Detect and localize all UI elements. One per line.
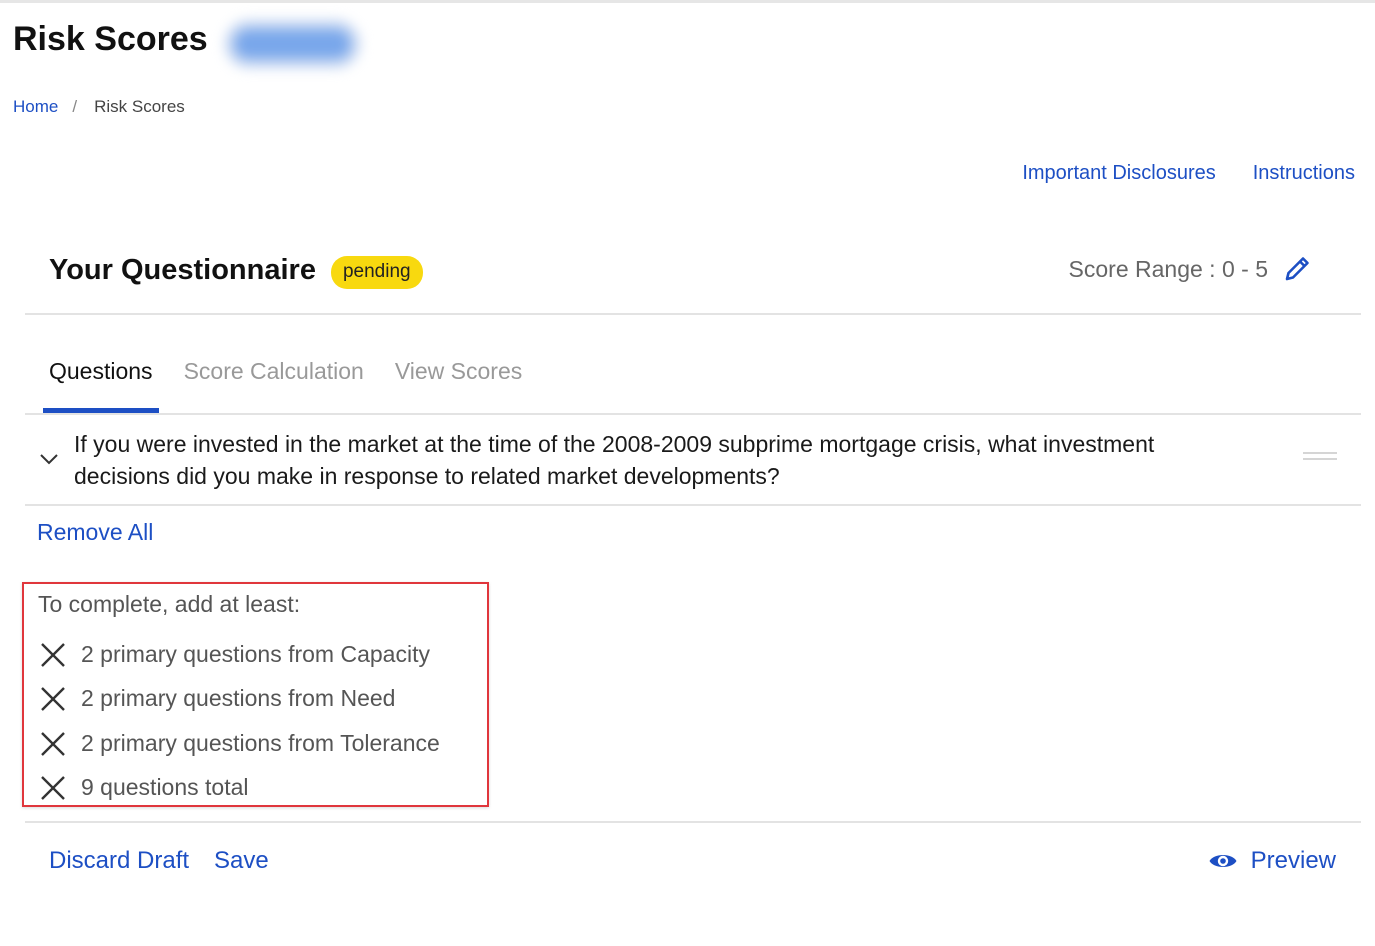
tab-view-scores[interactable]: View Scores (389, 358, 528, 414)
breadcrumb-separator: / (72, 97, 78, 116)
footer-divider (25, 821, 1361, 823)
question-row: If you were invested in the market at th… (25, 418, 1361, 504)
requirement-item: 9 questions total (40, 774, 249, 801)
tab-questions[interactable]: Questions (43, 358, 159, 414)
requirement-item: 2 primary questions from Tolerance (40, 730, 440, 757)
tab-score-calculation[interactable]: Score Calculation (178, 358, 370, 414)
requirement-text: 2 primary questions from Tolerance (81, 730, 440, 756)
question-text: If you were invested in the market at th… (74, 431, 1155, 489)
save-button[interactable]: Save (214, 847, 269, 875)
page: Risk Scores Home / Risk Scores Important… (0, 0, 1375, 946)
remove-all-button[interactable]: Remove All (37, 519, 153, 546)
important-disclosures-link[interactable]: Important Disclosures (1022, 162, 1215, 185)
footer-actions: Discard Draft Save (49, 847, 269, 875)
instructions-link[interactable]: Instructions (1253, 162, 1355, 185)
requirements-title: To complete, add at least: (38, 591, 301, 617)
requirement-item: 2 primary questions from Need (40, 685, 395, 712)
top-links: Important Disclosures Instructions (1022, 162, 1355, 185)
questionnaire-title: Your Questionnaire (49, 254, 316, 286)
collapse-toggle[interactable] (38, 451, 60, 467)
page-title: Risk Scores (13, 20, 208, 58)
score-range: Score Range : 0 - 5 (1068, 256, 1268, 282)
question-divider (25, 504, 1361, 506)
redacted-account-pill (225, 20, 360, 68)
x-icon (41, 731, 65, 756)
requirement-text: 9 questions total (81, 774, 249, 800)
requirement-text: 2 primary questions from Capacity (81, 641, 430, 667)
x-icon (41, 775, 65, 800)
breadcrumb: Home / Risk Scores (13, 97, 185, 117)
eye-icon (1209, 855, 1237, 867)
discard-draft-button[interactable]: Discard Draft (49, 847, 189, 875)
pencil-icon (1285, 257, 1309, 281)
tabs-divider (25, 413, 1361, 415)
edit-score-range-button[interactable] (1281, 253, 1313, 285)
preview-label: Preview (1250, 847, 1336, 874)
tab-bar: Questions Score Calculation View Scores (43, 358, 547, 414)
top-border (0, 0, 1375, 3)
questionnaire-header: Your Questionnaire pending (49, 252, 423, 289)
completion-requirements-box: To complete, add at least: 2 primary que… (22, 582, 489, 807)
breadcrumb-home-link[interactable]: Home (13, 97, 58, 117)
drag-handle-icon[interactable] (1303, 452, 1337, 464)
requirement-text: 2 primary questions from Need (81, 685, 396, 711)
chevron-down-icon (40, 454, 58, 465)
x-icon (41, 642, 65, 667)
header-divider (25, 313, 1361, 315)
status-badge: pending (330, 256, 423, 289)
breadcrumb-current: Risk Scores (94, 97, 185, 116)
preview-button[interactable]: Preview (1208, 847, 1336, 875)
x-icon (41, 686, 65, 711)
requirement-item: 2 primary questions from Capacity (40, 641, 430, 668)
